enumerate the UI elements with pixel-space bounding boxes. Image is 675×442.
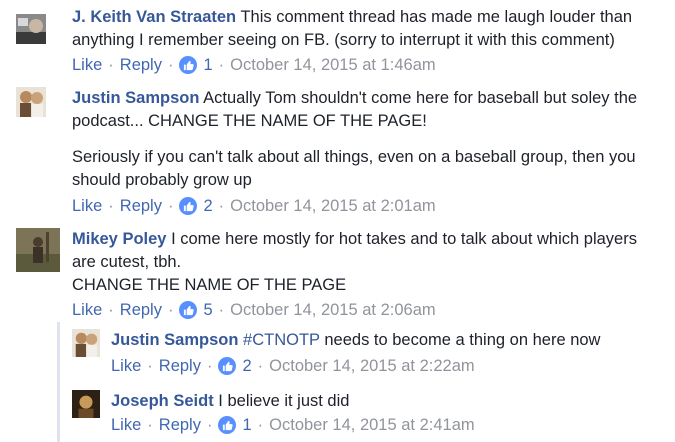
timestamp[interactable]: October 14, 2015 at 2:06am (230, 300, 435, 320)
reply-button[interactable]: Reply (120, 55, 162, 75)
separator: · (108, 197, 114, 215)
reply-text: I believe it just did (218, 392, 350, 410)
reply-author[interactable]: Justin Sampson (111, 331, 238, 349)
separator: · (206, 416, 213, 434)
comment-author[interactable]: J. Keith Van Straaten (72, 8, 236, 26)
separator: · (257, 357, 264, 375)
timestamp[interactable]: October 14, 2015 at 2:22am (269, 356, 474, 376)
avatar[interactable] (72, 329, 100, 357)
comment-text: podcast... CHANGE THE NAME OF THE PAGE! (72, 112, 427, 130)
timestamp[interactable]: October 14, 2015 at 1:46am (230, 55, 435, 75)
like-count[interactable]: 5 (203, 300, 212, 320)
separator: · (167, 56, 174, 74)
avatar[interactable] (16, 228, 60, 272)
timestamp[interactable]: October 14, 2015 at 2:01am (230, 196, 435, 216)
reply-thread-line (57, 322, 60, 442)
like-count[interactable]: 2 (203, 196, 212, 216)
separator: · (218, 56, 225, 74)
separator: · (108, 56, 114, 74)
like-button[interactable]: Like (72, 196, 102, 216)
like-icon (179, 56, 198, 74)
comment-text: are cutest, tbh. (72, 253, 182, 271)
comment-text: This comment thread has made me laugh lo… (240, 8, 633, 26)
comment-text: Seriously if you can't talk about all th… (72, 148, 636, 166)
separator: · (218, 301, 225, 319)
comment-author[interactable]: Mikey Poley (72, 230, 166, 248)
like-icon (179, 301, 198, 319)
like-count[interactable]: 1 (203, 55, 212, 75)
separator: · (218, 197, 225, 215)
reply-button[interactable]: Reply (120, 196, 162, 216)
like-icon (179, 197, 198, 215)
like-button[interactable]: Like (111, 415, 141, 435)
reply-button[interactable]: Reply (159, 415, 201, 435)
comment-author[interactable]: Justin Sampson (72, 89, 199, 107)
separator: · (147, 357, 153, 375)
separator: · (167, 301, 174, 319)
comment-text: anything I remember seeing on FB. (sorry… (72, 31, 615, 49)
comment-text: should probably grow up (72, 171, 252, 189)
like-icon (218, 416, 237, 434)
hashtag-link[interactable]: #CTNOTP (243, 331, 320, 349)
comment-text: I come here mostly for hot takes and to … (171, 230, 637, 248)
avatar[interactable] (16, 87, 46, 117)
separator: · (147, 416, 153, 434)
avatar[interactable] (72, 390, 100, 418)
like-icon (218, 357, 237, 375)
like-button[interactable]: Like (72, 300, 102, 320)
reply-text: needs to become a thing on here now (324, 331, 601, 349)
timestamp[interactable]: October 14, 2015 at 2:41am (269, 415, 474, 435)
separator: · (206, 357, 213, 375)
comment-text: CHANGE THE NAME OF THE PAGE (72, 276, 347, 294)
like-count[interactable]: 1 (242, 415, 251, 435)
separator: · (257, 416, 264, 434)
reply-button[interactable]: Reply (120, 300, 162, 320)
avatar[interactable] (16, 14, 46, 44)
separator: · (108, 301, 114, 319)
like-button[interactable]: Like (111, 356, 141, 376)
like-button[interactable]: Like (72, 55, 102, 75)
reply-button[interactable]: Reply (159, 356, 201, 376)
separator: · (167, 197, 174, 215)
reply-author[interactable]: Joseph Seidt (111, 392, 214, 410)
comment-text: Actually Tom shouldn't come here for bas… (203, 89, 638, 107)
like-count[interactable]: 2 (242, 356, 251, 376)
